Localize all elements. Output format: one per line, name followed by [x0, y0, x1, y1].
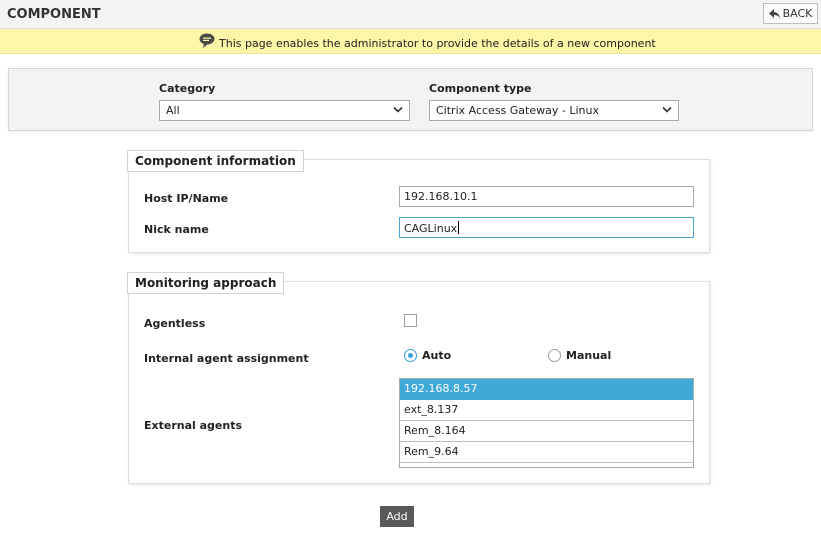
category-select[interactable]: All	[159, 100, 410, 121]
component-type-select-value: Citrix Access Gateway - Linux	[436, 104, 599, 117]
component-information-legend: Component information	[127, 150, 304, 172]
external-agents-label: External agents	[144, 419, 243, 432]
agentless-label: Agentless	[144, 317, 206, 330]
list-item[interactable]: 192.168.8.57	[400, 379, 693, 400]
auto-radio[interactable]	[404, 349, 417, 362]
manual-radio-label: Manual	[566, 349, 612, 362]
chevron-down-icon	[662, 106, 672, 113]
page-title: COMPONENT	[7, 7, 101, 22]
info-message: This page enables the administrator to p…	[219, 37, 656, 50]
monitoring-approach-legend: Monitoring approach	[127, 272, 285, 294]
host-input[interactable]: 192.168.10.1	[399, 186, 694, 207]
list-item[interactable]: Rem_9.64	[400, 442, 693, 463]
list-item[interactable]: Rem_8.164	[400, 421, 693, 442]
back-arrow-icon	[768, 8, 780, 19]
agentless-checkbox[interactable]	[404, 314, 417, 327]
nick-name-label: Nick name	[144, 223, 209, 236]
text-caret	[458, 221, 460, 234]
nick-name-input[interactable]: CAGLinux	[399, 217, 694, 238]
back-button-label: BACK	[782, 7, 813, 20]
internal-agent-assignment-label: Internal agent assignment	[144, 352, 309, 365]
chevron-down-icon	[393, 106, 403, 113]
back-button[interactable]: BACK	[763, 3, 818, 24]
category-label: Category	[159, 82, 216, 95]
title-bar: COMPONENT BACK	[0, 0, 821, 29]
host-input-value: 192.168.10.1	[404, 190, 478, 203]
add-button[interactable]: Add	[380, 506, 414, 527]
category-select-value: All	[166, 104, 180, 117]
selector-panel: Category All Component type Citrix Acces…	[8, 68, 813, 131]
auto-radio-label: Auto	[422, 349, 452, 362]
speech-bubble-icon	[199, 33, 215, 48]
list-item[interactable]: ext_8.137	[400, 400, 693, 421]
component-type-select[interactable]: Citrix Access Gateway - Linux	[429, 100, 679, 121]
info-bar: This page enables the administrator to p…	[0, 29, 821, 54]
component-type-label: Component type	[429, 82, 532, 95]
host-label: Host IP/Name	[144, 192, 229, 205]
nick-name-input-value: CAGLinux	[404, 222, 458, 235]
manual-radio[interactable]	[548, 349, 561, 362]
external-agents-list[interactable]: 192.168.8.57 ext_8.137 Rem_8.164 Rem_9.6…	[399, 378, 694, 468]
